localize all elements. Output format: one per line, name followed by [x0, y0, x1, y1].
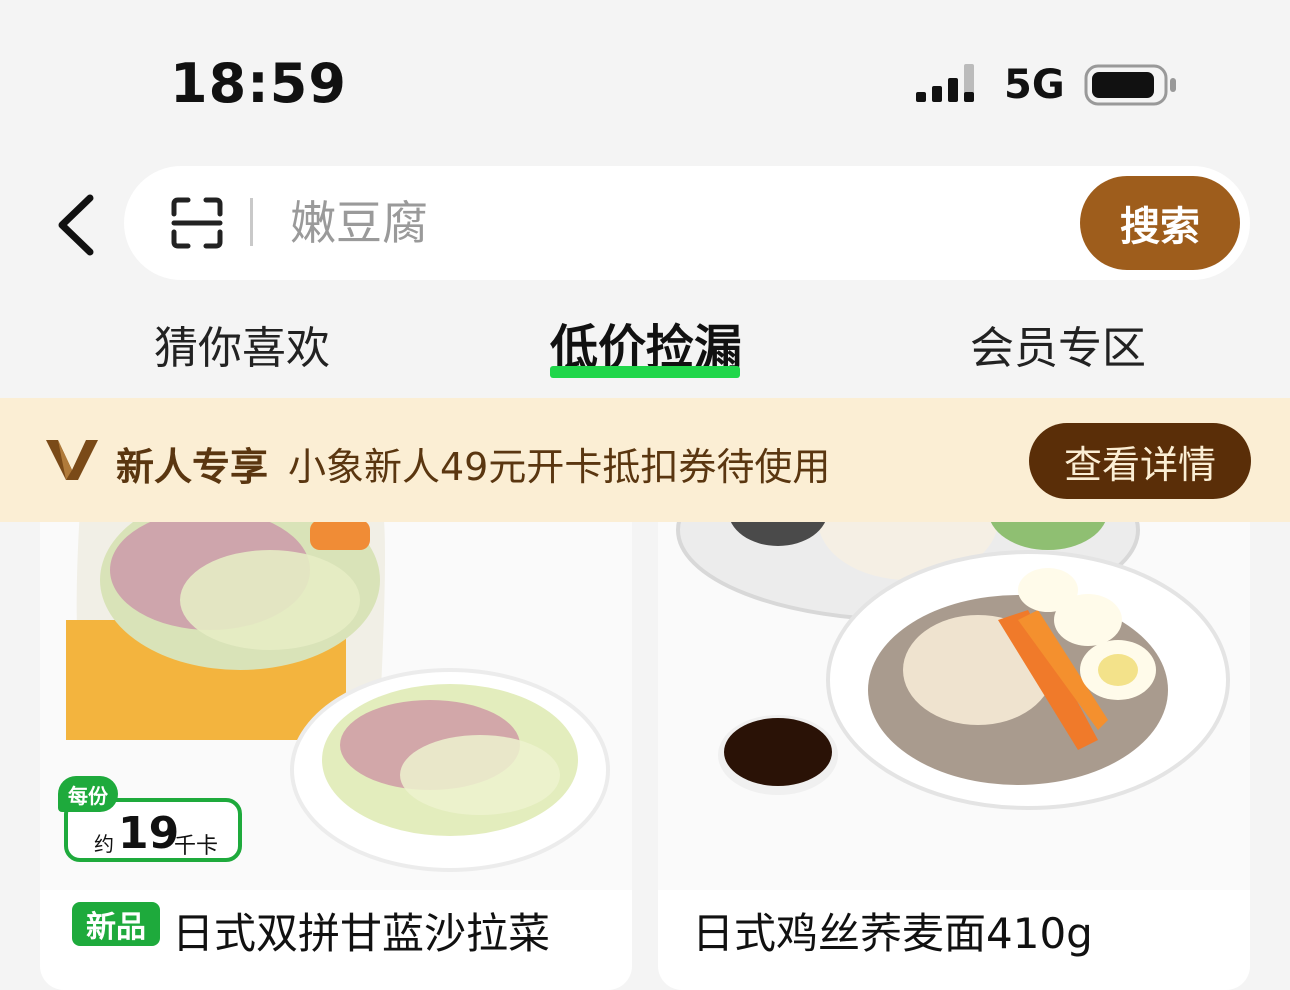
- calorie-label: 每份: [58, 776, 118, 812]
- status-time: 18:59: [170, 52, 347, 115]
- promo-title: 新人专享: [116, 445, 269, 489]
- search-bar[interactable]: 搜索: [124, 166, 1250, 280]
- product-card[interactable]: 日式鸡丝荞麦面410g: [658, 470, 1250, 990]
- tab-guess-you-like[interactable]: 猜你喜欢: [154, 312, 330, 376]
- product-name[interactable]: 日式鸡丝荞麦面410g: [692, 900, 1093, 961]
- calorie-prefix: 约: [94, 832, 114, 856]
- search-divider: [250, 198, 253, 246]
- active-tab-indicator: [550, 366, 740, 378]
- category-tabs: 猜你喜欢 低价捡漏 会员专区: [0, 300, 1290, 390]
- calorie-badge: 约 19 千卡 每份: [58, 776, 248, 866]
- network-type: 5G: [1004, 62, 1065, 108]
- product-name[interactable]: 日式双拼甘蓝沙拉菜: [172, 900, 550, 961]
- back-arrow-icon[interactable]: [52, 190, 102, 260]
- search-input[interactable]: [290, 188, 1050, 258]
- calorie-unit: 千卡: [174, 834, 219, 859]
- brand-logo-icon: [46, 440, 98, 480]
- search-button[interactable]: 搜索: [1080, 176, 1240, 270]
- new-user-promo-banner[interactable]: 新人专享 小象新人49元开卡抵扣券待使用 查看详情: [0, 398, 1290, 522]
- promo-text: 小象新人49元开卡抵扣券待使用: [288, 445, 831, 489]
- product-card[interactable]: 约 19 千卡 每份 新品 日式双拼甘蓝沙拉菜: [40, 470, 632, 990]
- status-bar: 18:59 5G: [0, 0, 1290, 150]
- scan-icon[interactable]: [170, 196, 224, 250]
- calorie-value: 19: [118, 808, 180, 859]
- battery-icon: [1084, 64, 1176, 106]
- new-product-badge: 新品: [72, 902, 160, 946]
- tab-member-zone[interactable]: 会员专区: [970, 312, 1146, 376]
- signal-icon: [916, 64, 974, 102]
- view-details-button[interactable]: 查看详情: [1029, 423, 1251, 499]
- product-image-soba[interactable]: [658, 470, 1250, 890]
